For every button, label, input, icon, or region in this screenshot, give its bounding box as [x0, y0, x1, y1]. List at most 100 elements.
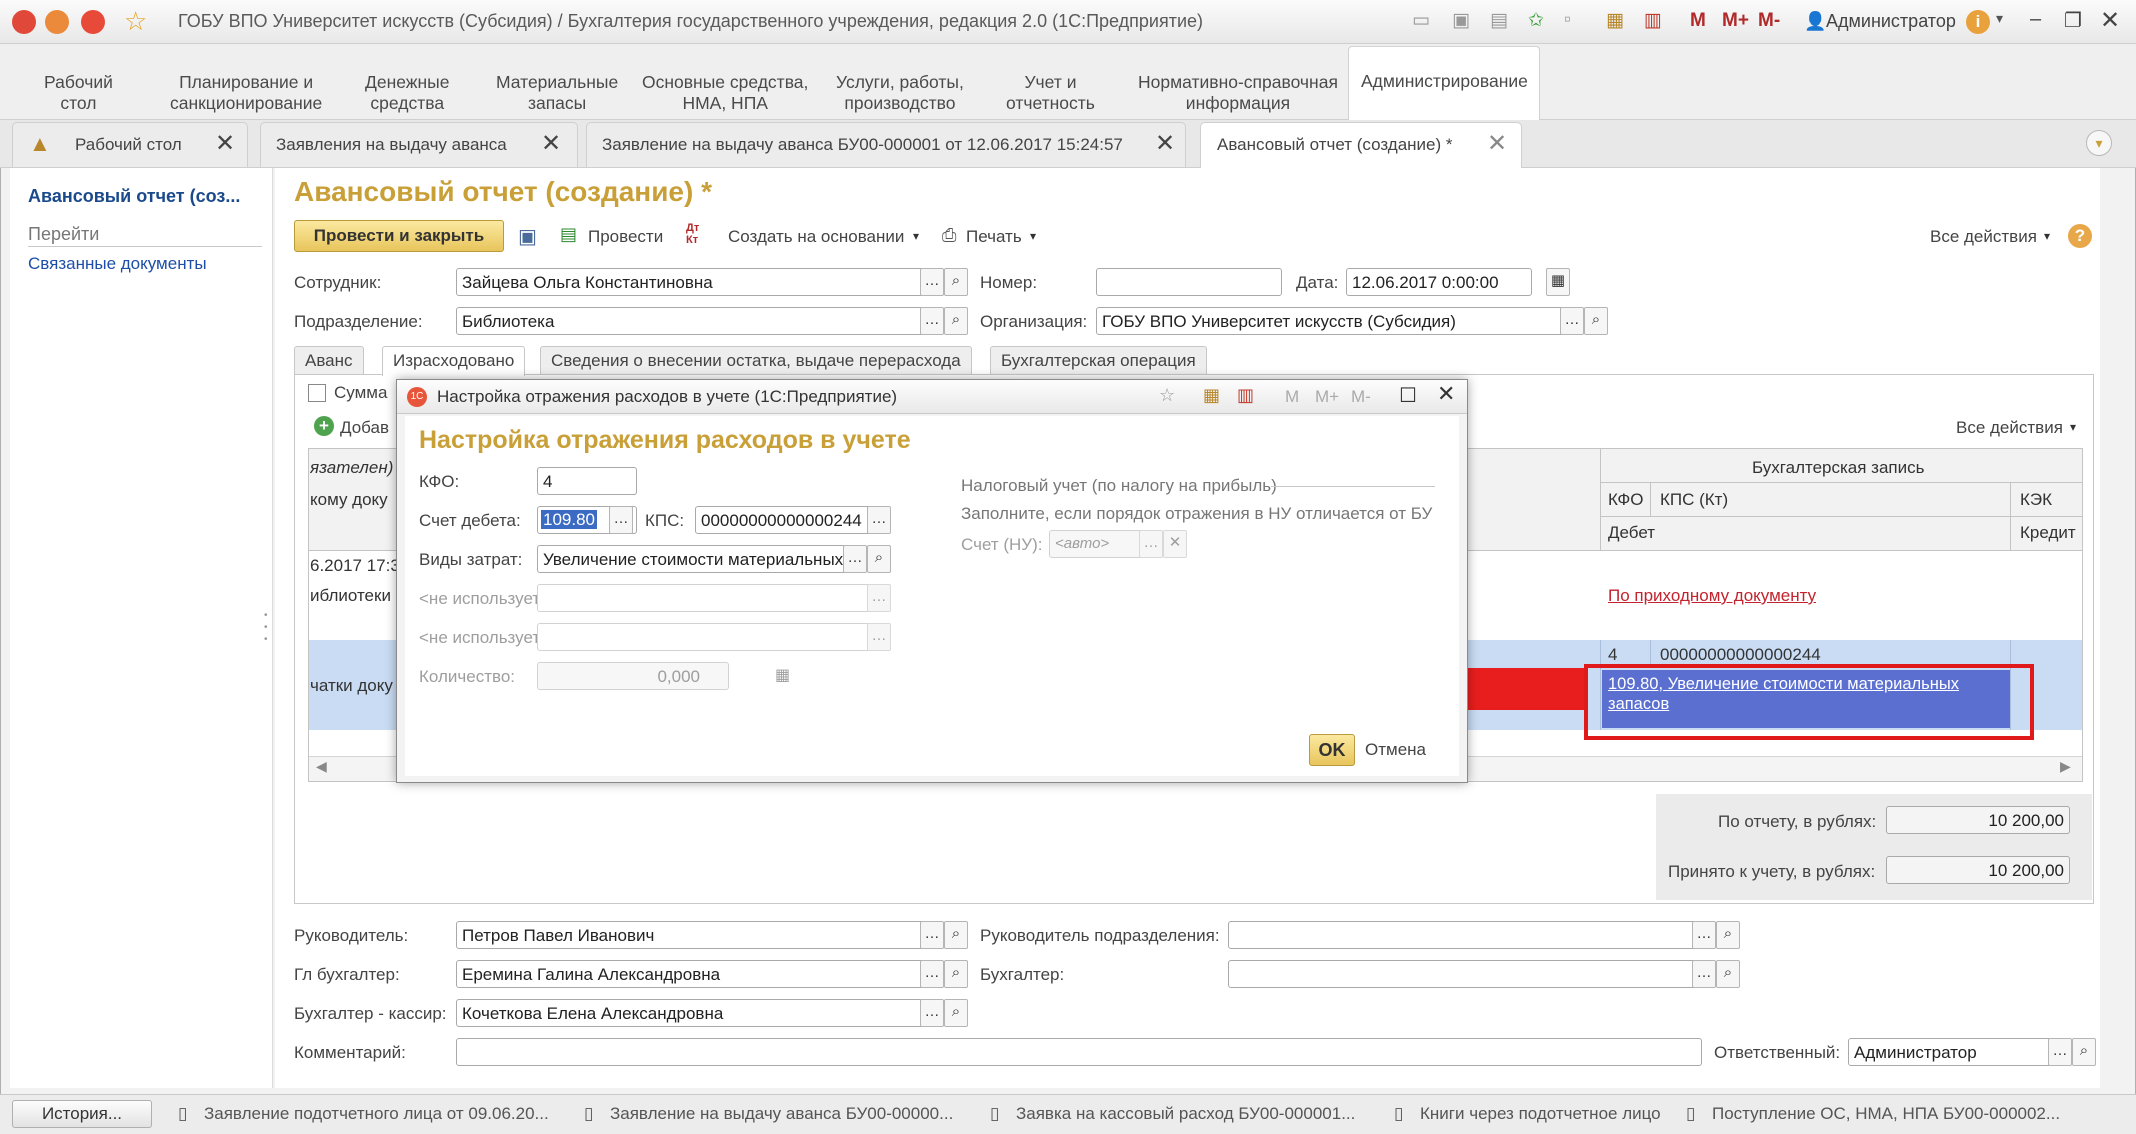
- cashier-field[interactable]: Кочеткова Елена Александровна: [456, 999, 926, 1027]
- memory-minus-button[interactable]: M-: [1351, 387, 1371, 407]
- search-icon[interactable]: ⌕: [944, 999, 968, 1027]
- search-icon[interactable]: ⌕: [1716, 960, 1740, 988]
- search-icon[interactable]: ⌕: [944, 307, 968, 335]
- restore-icon[interactable]: ❐: [2064, 8, 2082, 33]
- close-tab-icon[interactable]: ✕: [1155, 129, 1175, 158]
- memory-m-button[interactable]: M: [1285, 387, 1299, 407]
- memory-plus-button[interactable]: M+: [1315, 387, 1339, 407]
- section-desktop[interactable]: Рабочий стол: [44, 72, 113, 114]
- incoming-doc-link[interactable]: По приходному документу: [1608, 586, 1816, 606]
- department-field[interactable]: Библиотека: [456, 307, 926, 335]
- help-icon[interactable]: ?: [2068, 224, 2092, 248]
- tab-advance-request-doc[interactable]: Заявление на выдачу аванса БУ00-000001 о…: [586, 122, 1186, 168]
- tabs-dropdown-icon[interactable]: ▾: [2086, 130, 2112, 156]
- nav-related-docs[interactable]: Связанные документы: [28, 254, 207, 274]
- search-icon[interactable]: ⌕: [944, 268, 968, 296]
- calendar-icon[interactable]: ▥: [1237, 385, 1254, 406]
- select-button[interactable]: …: [920, 960, 944, 988]
- save-icon[interactable]: ▣: [1452, 9, 1470, 32]
- all-actions-button[interactable]: Все действия: [1930, 227, 2037, 247]
- search-icon[interactable]: ⌕: [2072, 1038, 2096, 1066]
- select-button[interactable]: …: [1692, 960, 1716, 988]
- select-button[interactable]: …: [1560, 307, 1584, 335]
- add-icon[interactable]: +: [314, 416, 334, 436]
- select-button[interactable]: …: [843, 545, 867, 573]
- comment-field[interactable]: [456, 1038, 1702, 1066]
- user-name[interactable]: Администратор: [1826, 11, 1956, 32]
- link-icon[interactable]: ▫: [1564, 9, 1571, 31]
- close-window-icon[interactable]: ✕: [2100, 6, 2120, 35]
- print-button[interactable]: Печать: [966, 227, 1022, 247]
- section-services[interactable]: Услуги, работы, производство: [836, 72, 964, 114]
- nav-current-doc[interactable]: Авансовый отчет (соз...: [28, 186, 240, 207]
- section-fixed-assets[interactable]: Основные средства, НМА, НПА: [642, 72, 808, 114]
- select-button[interactable]: …: [920, 921, 944, 949]
- calculator-icon[interactable]: ▦: [1606, 9, 1624, 32]
- cancel-button[interactable]: Отмена: [1365, 740, 1426, 760]
- memory-minus-button[interactable]: M-: [1758, 10, 1780, 32]
- history-icon[interactable]: [81, 10, 105, 34]
- create-based-on-button[interactable]: Создать на основании: [728, 227, 904, 247]
- calendar-icon[interactable]: ▦: [1546, 268, 1570, 296]
- employee-field[interactable]: Зайцева Ольга Константиновна: [456, 268, 926, 296]
- search-icon[interactable]: ⌕: [944, 921, 968, 949]
- head-dept-field[interactable]: [1228, 921, 1698, 949]
- section-reference[interactable]: Нормативно-справочная информация: [1138, 72, 1338, 114]
- kps-field[interactable]: 00000000000000244: [695, 506, 871, 534]
- favorites-star-icon[interactable]: ☆: [124, 6, 147, 37]
- kfo-field[interactable]: 4: [537, 467, 637, 495]
- menu-icon[interactable]: [45, 10, 69, 34]
- close-tab-icon[interactable]: ✕: [1487, 129, 1507, 158]
- scroll-right-icon[interactable]: ▶: [2060, 758, 2071, 775]
- close-tab-icon[interactable]: ✕: [215, 129, 235, 158]
- section-admin-tab[interactable]: Администрирование: [1348, 46, 1540, 120]
- calculator-icon[interactable]: ▦: [1203, 385, 1220, 406]
- tab-advance[interactable]: Аванс: [294, 346, 364, 374]
- tab-expense-report[interactable]: Авансовый отчет (создание) * ✕: [1200, 122, 1522, 170]
- select-button[interactable]: …: [867, 506, 891, 534]
- bottom-link-4[interactable]: Книги через подотчетное лицо: [1420, 1104, 1661, 1124]
- tab-advance-requests[interactable]: Заявления на выдачу аванса ✕: [260, 122, 578, 168]
- bottom-link-2[interactable]: Заявление на выдачу аванса БУ00-00000...: [610, 1104, 953, 1124]
- grid-all-actions-button[interactable]: Все действия: [1956, 418, 2063, 438]
- post-and-close-button[interactable]: Провести и закрыть: [294, 220, 504, 252]
- sum-checkbox[interactable]: [308, 384, 326, 402]
- minimize-icon[interactable]: –: [2030, 8, 2041, 31]
- accountant-field[interactable]: [1228, 960, 1698, 988]
- maximize-icon[interactable]: ☐: [1399, 383, 1417, 408]
- chevron-down-icon[interactable]: ▾: [1996, 10, 2003, 27]
- copy-icon[interactable]: ▤: [1490, 9, 1508, 32]
- close-tab-icon[interactable]: ✕: [541, 129, 561, 158]
- organization-field[interactable]: ГОБУ ВПО Университет искусств (Субсидия): [1096, 307, 1566, 335]
- splitter-handle[interactable]: • • •: [264, 610, 268, 646]
- tab-accounting-operation[interactable]: Бухгалтерская операция: [990, 346, 1207, 374]
- memory-m-button[interactable]: M: [1690, 10, 1706, 32]
- select-button[interactable]: …: [920, 999, 944, 1027]
- search-icon[interactable]: ⌕: [867, 545, 891, 573]
- bottom-link-1[interactable]: Заявление подотчетного лица от 09.06.20.…: [204, 1104, 549, 1124]
- select-button[interactable]: …: [920, 268, 944, 296]
- info-icon[interactable]: i: [1966, 10, 1990, 34]
- history-button[interactable]: История...: [12, 1100, 152, 1128]
- bottom-link-5[interactable]: Поступление ОС, НМА, НПА БУ00-000002...: [1712, 1104, 2060, 1124]
- add-button[interactable]: Добав: [340, 418, 389, 438]
- search-icon[interactable]: ⌕: [1584, 307, 1608, 335]
- date-field[interactable]: 12.06.2017 0:00:00: [1346, 268, 1532, 296]
- tab-remainder-info[interactable]: Сведения о внесении остатка, выдаче пере…: [540, 346, 972, 374]
- responsible-field[interactable]: Администратор: [1848, 1038, 2054, 1066]
- section-accounting[interactable]: Учет и отчетность: [1006, 72, 1095, 114]
- select-button[interactable]: …: [609, 506, 633, 534]
- chief-accountant-field[interactable]: Еремина Галина Александровна: [456, 960, 926, 988]
- memory-plus-button[interactable]: M+: [1722, 10, 1749, 32]
- search-icon[interactable]: ⌕: [944, 960, 968, 988]
- head-field[interactable]: Петров Павел Иванович: [456, 921, 926, 949]
- tab-desktop[interactable]: ▲ Рабочий стол ✕: [12, 122, 248, 168]
- search-icon[interactable]: ⌕: [1716, 921, 1740, 949]
- star-icon[interactable]: ☆: [1159, 385, 1175, 406]
- select-button[interactable]: …: [1692, 921, 1716, 949]
- save-icon[interactable]: ▣: [518, 224, 537, 249]
- add-favorite-icon[interactable]: ✩: [1528, 9, 1544, 32]
- app-logo-icon[interactable]: [12, 10, 36, 34]
- close-dialog-icon[interactable]: ✕: [1437, 381, 1455, 407]
- section-money[interactable]: Денежные средства: [365, 72, 449, 114]
